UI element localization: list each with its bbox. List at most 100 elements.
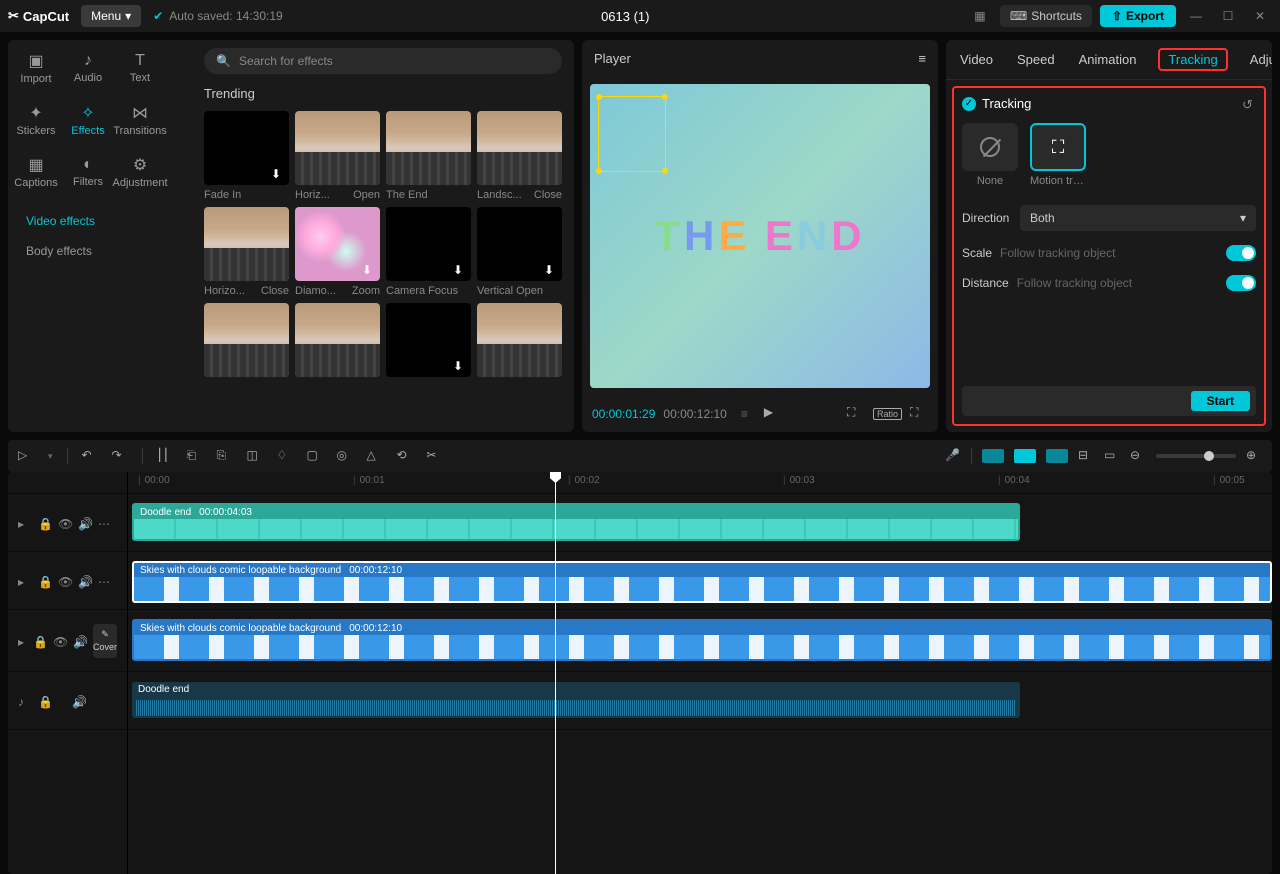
- menu-button[interactable]: Menu ▾: [81, 5, 141, 27]
- download-icon[interactable]: ⬇: [453, 263, 467, 277]
- eye-icon[interactable]: 👁: [53, 635, 65, 647]
- tab-animation[interactable]: Animation: [1077, 48, 1139, 71]
- snap-icon[interactable]: [982, 449, 1004, 463]
- more-icon[interactable]: ⋯: [98, 517, 110, 529]
- tool-effects[interactable]: ✧Effects: [62, 94, 114, 146]
- tab-speed[interactable]: Speed: [1015, 48, 1057, 71]
- crop2-icon[interactable]: ✂: [427, 448, 443, 464]
- download-icon[interactable]: ⬇: [544, 167, 558, 181]
- effect-item[interactable]: ⬇: [295, 303, 380, 381]
- download-icon[interactable]: ⬇: [362, 359, 376, 373]
- effect-item[interactable]: ⬇Fade In: [204, 111, 289, 201]
- trim-right-icon[interactable]: ⎘: [217, 448, 233, 464]
- mute-icon[interactable]: 🔊: [78, 575, 90, 587]
- ratio-button[interactable]: Ratio: [873, 408, 902, 420]
- player-canvas[interactable]: THE END: [590, 84, 930, 388]
- scale-toggle[interactable]: [1226, 245, 1256, 261]
- tool-transitions[interactable]: ⋈Transitions: [114, 94, 166, 146]
- zoom-out-icon[interactable]: ⊖: [1130, 448, 1146, 464]
- track-icon[interactable]: ▸: [18, 517, 30, 529]
- eye-icon[interactable]: 👁: [58, 517, 70, 529]
- play-icon[interactable]: ▶: [764, 405, 782, 423]
- download-icon[interactable]: ⬇: [271, 263, 285, 277]
- scan-icon[interactable]: ⛶: [847, 405, 865, 423]
- track-mode-none[interactable]: [962, 123, 1018, 171]
- track-mode-motion[interactable]: ⛶: [1030, 123, 1086, 171]
- tool-captions[interactable]: ▦Captions: [10, 146, 62, 198]
- lock-icon[interactable]: 🔒: [38, 575, 50, 587]
- selection-box[interactable]: [598, 96, 666, 172]
- download-icon[interactable]: ⬇: [453, 167, 467, 181]
- export-button[interactable]: ⇧ Export: [1100, 5, 1176, 27]
- magnet-icon[interactable]: [1014, 449, 1036, 463]
- lock-icon[interactable]: 🔒: [38, 695, 50, 707]
- lock-icon[interactable]: 🔒: [38, 517, 50, 529]
- freeze-icon[interactable]: ▢: [307, 448, 323, 464]
- minimize-icon[interactable]: —: [1184, 4, 1208, 28]
- playhead[interactable]: [555, 472, 556, 874]
- close-icon[interactable]: ✕: [1248, 4, 1272, 28]
- mute-icon[interactable]: 🔊: [73, 635, 85, 647]
- maximize-icon[interactable]: ☐: [1216, 4, 1240, 28]
- track-icon[interactable]: ▸: [18, 635, 25, 647]
- effect-item[interactable]: ⬇The End: [386, 111, 471, 201]
- tab-tracking[interactable]: Tracking: [1158, 48, 1227, 71]
- layout-icon[interactable]: ▦: [968, 4, 992, 28]
- direction-select[interactable]: Both▾: [1020, 205, 1256, 231]
- undo-icon[interactable]: ↶: [82, 448, 98, 464]
- crop-icon[interactable]: ◫: [247, 448, 263, 464]
- effect-item[interactable]: ⬇Vertical Open: [477, 207, 562, 297]
- reset-icon[interactable]: ↺: [1242, 97, 1256, 111]
- effect-item[interactable]: ⬇: [477, 303, 562, 381]
- keyframe-icon[interactable]: ◎: [337, 448, 353, 464]
- tab-adjustment[interactable]: Adjustment: [1248, 48, 1272, 71]
- trim-left-icon[interactable]: ⎗: [187, 448, 203, 464]
- effect-item[interactable]: ⬇: [204, 303, 289, 381]
- link-icon[interactable]: [1046, 449, 1068, 463]
- download-icon[interactable]: ⬇: [271, 359, 285, 373]
- eye-icon[interactable]: 👁: [58, 575, 70, 587]
- effect-item[interactable]: ⬇Landsc...Close: [477, 111, 562, 201]
- clip-skies-2[interactable]: Skies with clouds comic loopable backgro…: [132, 619, 1272, 661]
- mute-icon[interactable]: 🔊: [78, 517, 90, 529]
- tool-import[interactable]: ▣Import: [10, 42, 62, 94]
- start-button[interactable]: Start: [1191, 391, 1250, 411]
- tab-video[interactable]: Video: [958, 48, 995, 71]
- tracking-check-icon[interactable]: ✓: [962, 97, 976, 111]
- rotate-icon[interactable]: ⟲: [397, 448, 413, 464]
- mirror-icon[interactable]: △: [367, 448, 383, 464]
- track-icon[interactable]: ▸: [18, 575, 30, 587]
- search-input[interactable]: 🔍 Search for effects: [204, 48, 562, 74]
- tool-text[interactable]: TText: [114, 42, 166, 94]
- mask-icon[interactable]: ♢: [277, 448, 293, 464]
- download-icon[interactable]: ⬇: [453, 359, 467, 373]
- more-icon[interactable]: ⋯: [98, 575, 110, 587]
- preview-icon[interactable]: ▭: [1104, 448, 1120, 464]
- audio-icon[interactable]: ♪: [18, 695, 30, 707]
- effect-item[interactable]: ⬇Diamo...Zoom: [295, 207, 380, 297]
- download-icon[interactable]: ⬇: [362, 263, 376, 277]
- zoom-slider[interactable]: [1156, 454, 1236, 458]
- split-icon[interactable]: ⎮⎮: [157, 448, 173, 464]
- cover-button[interactable]: ✎Cover: [93, 624, 117, 658]
- effect-item[interactable]: ⬇Horiz...Open: [295, 111, 380, 201]
- redo-icon[interactable]: ↷: [112, 448, 128, 464]
- player-menu-icon[interactable]: ≡: [918, 51, 926, 66]
- tool-filters[interactable]: ◐Filters: [62, 146, 114, 198]
- mic-icon[interactable]: 🎤: [945, 448, 961, 464]
- download-icon[interactable]: ⬇: [362, 167, 376, 181]
- zoom-in-icon[interactable]: ⊕: [1246, 448, 1262, 464]
- clip-doodle-end[interactable]: Doodle end00:00:04:03: [132, 503, 1020, 541]
- download-icon[interactable]: ⬇: [544, 263, 558, 277]
- subtab-body-effects[interactable]: Body effects: [16, 238, 184, 264]
- distance-toggle[interactable]: [1226, 275, 1256, 291]
- effect-item[interactable]: ⬇: [386, 303, 471, 381]
- download-icon[interactable]: ⬇: [271, 167, 285, 181]
- select-tool-icon[interactable]: ▷: [18, 448, 34, 464]
- effect-item[interactable]: ⬇Camera Focus: [386, 207, 471, 297]
- clip-skies-1[interactable]: Skies with clouds comic loopable backgro…: [132, 561, 1272, 603]
- tool-adjustment[interactable]: ⚙Adjustment: [114, 146, 166, 198]
- effect-item[interactable]: ⬇Horizo...Close: [204, 207, 289, 297]
- tool-stickers[interactable]: ✦Stickers: [10, 94, 62, 146]
- tool-audio[interactable]: ♪Audio: [62, 42, 114, 94]
